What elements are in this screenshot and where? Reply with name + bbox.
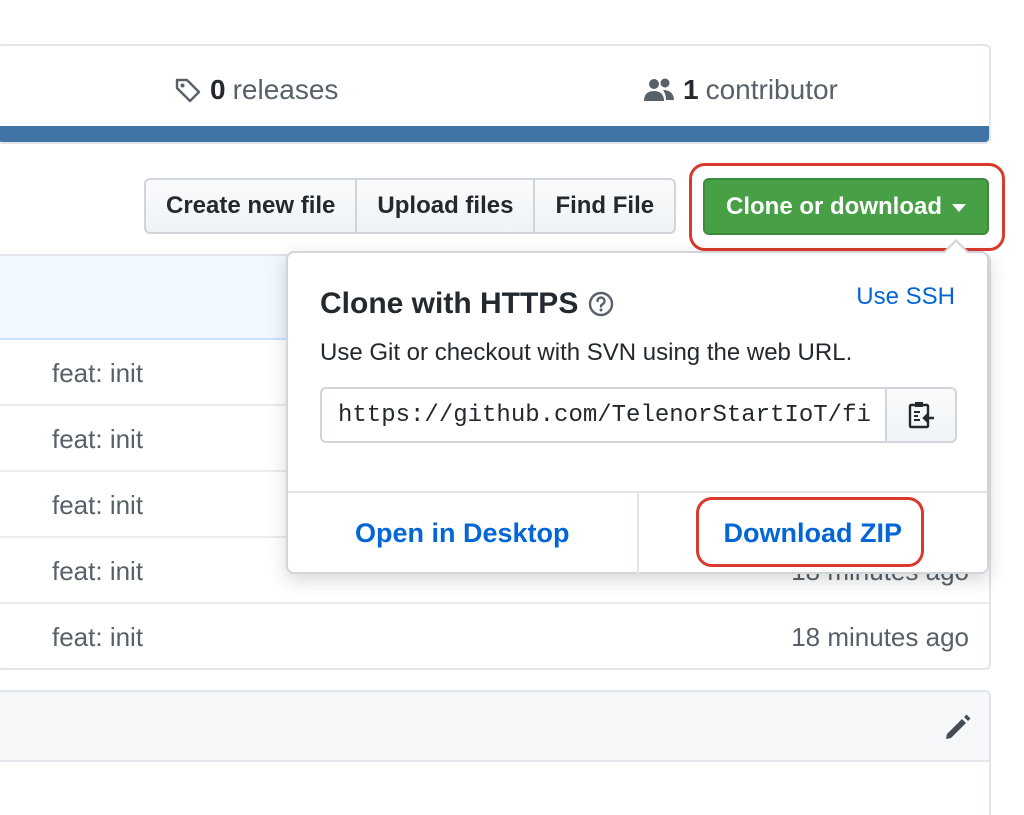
caret-down-icon — [952, 204, 966, 212]
pencil-icon[interactable] — [943, 712, 973, 742]
clipboard-icon — [908, 402, 934, 429]
clone-url-input[interactable]: https://github.com/TelenorStartIoT/fi — [320, 387, 885, 443]
contributors-link[interactable]: 1 contributor — [643, 74, 838, 106]
clone-title-text: Clone with HTTPS — [320, 287, 579, 320]
copy-url-button[interactable] — [885, 387, 957, 443]
readme-header — [0, 692, 989, 762]
commit-message[interactable]: feat: init — [52, 556, 143, 587]
file-row[interactable]: feat: init 18 minutes ago — [0, 604, 989, 668]
clone-description: Use Git or checkout with SVN using the w… — [320, 339, 853, 366]
create-new-file-button[interactable]: Create new file — [144, 178, 358, 234]
commit-message[interactable]: feat: init — [52, 622, 143, 653]
clone-url-group: https://github.com/TelenorStartIoT/fi — [320, 387, 957, 445]
clone-or-download-button[interactable]: Clone or download — [703, 178, 989, 235]
contributors-count: 1 — [683, 74, 699, 105]
find-file-button[interactable]: Find File — [533, 178, 677, 234]
clone-button-label: Clone or download — [726, 192, 942, 220]
commit-age: 18 minutes ago — [791, 622, 969, 652]
releases-count: 0 — [210, 74, 226, 105]
tag-icon — [175, 78, 201, 103]
commit-message[interactable]: feat: init — [52, 424, 143, 455]
commit-message[interactable]: feat: init — [52, 358, 143, 389]
upload-files-button[interactable]: Upload files — [355, 178, 536, 234]
open-in-desktop-link[interactable]: Open in Desktop — [288, 493, 639, 574]
contributors-label: contributor — [705, 74, 838, 105]
repo-summary: 0 releases 1 contributor — [0, 44, 991, 144]
people-icon — [644, 78, 674, 101]
question-icon[interactable] — [588, 291, 614, 317]
releases-link[interactable]: 0 releases — [174, 74, 338, 106]
commit-message[interactable]: feat: init — [52, 490, 143, 521]
use-ssh-link[interactable]: Use SSH — [856, 283, 955, 311]
download-zip-annotation — [696, 497, 924, 567]
file-actions: Create new file Upload files Find File — [144, 178, 677, 234]
readme-box — [0, 690, 991, 815]
language-bar[interactable] — [0, 126, 989, 142]
repository-page: 0 releases 1 contributor Create new file… — [0, 0, 1024, 815]
releases-label: releases — [232, 74, 339, 105]
clone-dropdown-title: Clone with HTTPS — [320, 287, 614, 321]
